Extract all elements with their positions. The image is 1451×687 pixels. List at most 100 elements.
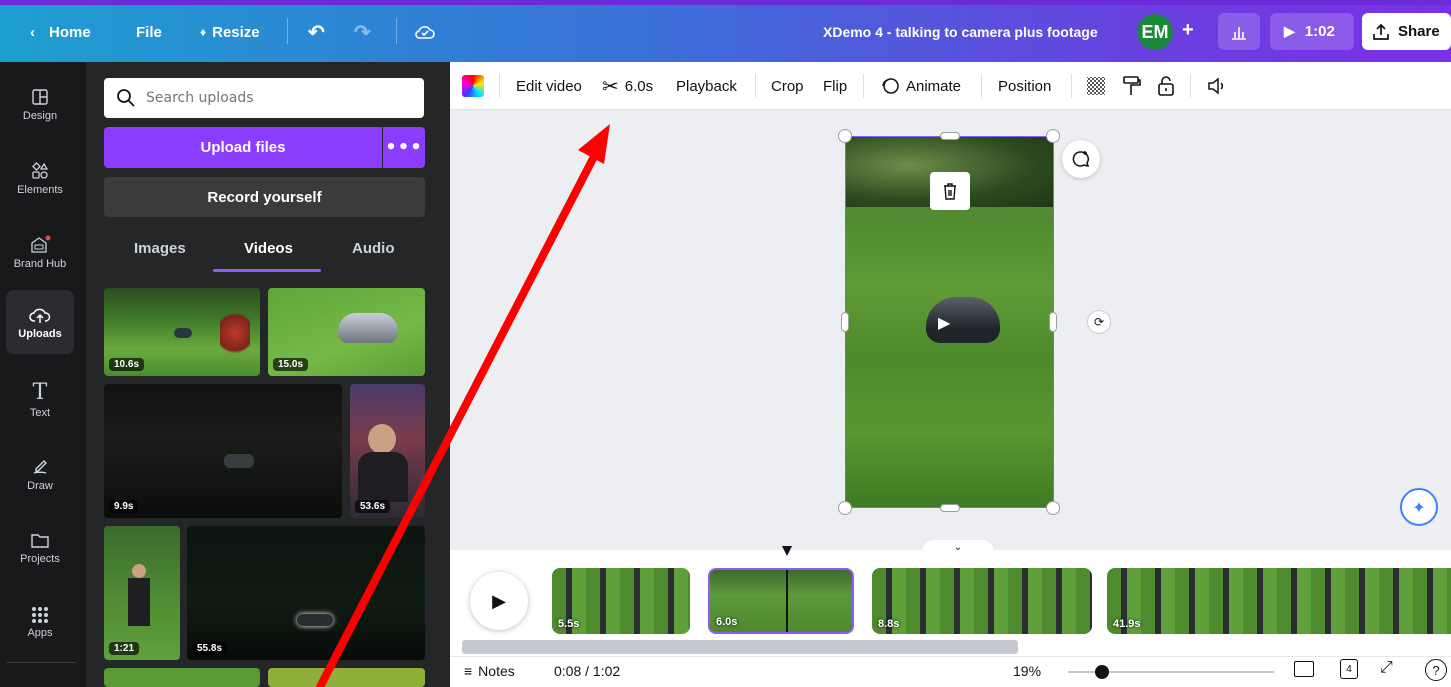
upload-files-button[interactable]: Upload files (104, 127, 382, 168)
rail-brand-hub[interactable]: Brand Hub (6, 220, 74, 284)
text-icon: T (32, 379, 48, 405)
context-toolbar: Edit video ✂ 6.0s Playback Crop Flip Ani… (450, 62, 1451, 110)
zoom-percentage[interactable]: 19% (1013, 663, 1041, 679)
crop-button[interactable]: Crop (771, 76, 804, 96)
search-field[interactable] (104, 78, 424, 118)
edit-video-button[interactable]: Edit video (516, 76, 582, 96)
lock-icon[interactable] (1156, 76, 1176, 96)
resize-handle[interactable] (1049, 312, 1057, 332)
rail-projects[interactable]: Projects (6, 516, 74, 580)
zoom-slider-thumb[interactable] (1095, 665, 1109, 679)
divider (981, 74, 982, 98)
timeline-clip[interactable]: 5.5s (552, 568, 690, 634)
redo-icon[interactable]: ↷ (354, 20, 371, 44)
add-collaborator-button[interactable]: + (1182, 18, 1194, 42)
page-view-icon[interactable] (1294, 661, 1314, 677)
video-thumbnail[interactable]: 15.0s (268, 288, 425, 376)
present-play-button[interactable]: ▶ 1:02 (1270, 13, 1354, 50)
upload-more-button[interactable]: ••• (383, 127, 425, 168)
resize-handle[interactable] (838, 501, 852, 515)
rail-uploads[interactable]: Uploads (6, 290, 74, 354)
divider (1190, 74, 1191, 98)
resize-label: Resize (212, 23, 260, 41)
magic-sparkle-button[interactable]: ✦ (1400, 488, 1438, 526)
resize-handle[interactable] (1046, 129, 1060, 143)
file-menu[interactable]: File (136, 20, 162, 44)
flip-button[interactable]: Flip (823, 76, 847, 96)
video-thumbnail[interactable]: 9.9s (104, 384, 342, 518)
bottom-bar: ≡ Notes 0:08 / 1:02 19% 4 ⤢ ? (450, 656, 1451, 687)
tab-label: Audio (352, 240, 395, 257)
person-head (368, 424, 396, 454)
video-thumbnail[interactable]: 10.6s (104, 288, 260, 376)
scissors-icon: ✂ (602, 75, 619, 98)
timeline-toggle[interactable]: ⌄ (922, 540, 994, 554)
pages-count-icon[interactable]: 4 (1340, 659, 1358, 679)
notes-icon: ≡ (464, 663, 473, 679)
transparency-icon[interactable] (1086, 76, 1106, 96)
tab-audio[interactable]: Audio (352, 240, 395, 264)
add-comment-button[interactable] (1062, 140, 1100, 178)
paint-roller-icon[interactable] (1121, 76, 1141, 96)
resize-handle[interactable] (940, 504, 960, 512)
delete-button[interactable] (930, 172, 970, 210)
volume-icon[interactable] (1206, 76, 1228, 96)
timeline-clip[interactable]: 8.8s (872, 568, 1092, 634)
duration-badge: 15.0s (273, 358, 309, 371)
video-thumbnail[interactable]: 53.6s (350, 384, 425, 518)
notes-button[interactable]: ≡ Notes (464, 663, 515, 679)
undo-icon[interactable]: ↶ (308, 20, 325, 44)
duration-badge: 10.6s (109, 358, 145, 371)
animate-button[interactable]: Animate (880, 76, 961, 96)
timeline-scrollbar[interactable] (462, 640, 1018, 654)
folder-icon (31, 533, 49, 548)
video-thumbnail[interactable]: 1:21 (104, 526, 180, 660)
rail-text[interactable]: T Text (6, 368, 74, 432)
home-button[interactable]: ‹ Home (30, 20, 91, 44)
timeline-play-button[interactable]: ▶ (470, 572, 528, 630)
resize-handle[interactable] (1046, 501, 1060, 515)
resize-icon: ♦ (200, 25, 207, 39)
timeline-clip[interactable]: 41.9s (1107, 568, 1451, 634)
divider (287, 18, 288, 44)
resize-handle[interactable] (841, 312, 849, 332)
video-thumbnail[interactable]: 55.8s (187, 526, 425, 660)
divider (396, 18, 397, 44)
color-picker-button[interactable] (462, 75, 484, 97)
rotate-icon[interactable]: ⟳ (1087, 310, 1111, 334)
rail-label: Apps (27, 626, 53, 639)
document-title[interactable]: XDemo 4 - talking to camera plus footage (823, 20, 1098, 44)
cloud-saved-icon[interactable] (414, 20, 436, 44)
insights-button[interactable] (1218, 13, 1260, 50)
tab-videos[interactable]: Videos (244, 240, 293, 264)
fullscreen-icon[interactable]: ⤢ (1380, 659, 1393, 677)
rail-design[interactable]: Design (6, 72, 74, 136)
playhead-marker[interactable] (782, 546, 792, 556)
playback-button[interactable]: Playback (676, 76, 737, 96)
edit-video-label: Edit video (516, 77, 582, 95)
play-icon: ▶ (1284, 23, 1295, 39)
video-thumbnail[interactable] (104, 668, 260, 687)
search-icon (117, 89, 135, 107)
trim-button[interactable]: ✂ 6.0s (602, 75, 653, 98)
rail-elements[interactable]: Elements (6, 146, 74, 210)
share-button[interactable]: Share (1362, 13, 1451, 50)
resize-handle[interactable] (940, 132, 960, 140)
rail-apps[interactable]: Apps (6, 590, 74, 654)
timeline-clip-selected[interactable]: 6.0s (708, 568, 854, 634)
chevron-left-icon: ‹ (30, 23, 35, 41)
position-button[interactable]: Position (998, 76, 1051, 96)
active-tab-indicator (213, 269, 321, 272)
shapes-icon (32, 161, 49, 179)
help-icon[interactable]: ? (1425, 659, 1447, 681)
video-element[interactable]: ▶ (845, 136, 1054, 508)
resize-button[interactable]: ♦ Resize (200, 20, 260, 44)
video-thumbnail[interactable] (268, 668, 425, 687)
resize-handle[interactable] (838, 129, 852, 143)
rail-draw[interactable]: Draw (6, 442, 74, 506)
play-icon[interactable]: ▶ (938, 313, 950, 332)
tab-images[interactable]: Images (134, 240, 186, 264)
record-yourself-button[interactable]: Record yourself (104, 177, 425, 217)
search-input[interactable] (146, 90, 406, 106)
avatar[interactable]: EM (1137, 14, 1173, 50)
